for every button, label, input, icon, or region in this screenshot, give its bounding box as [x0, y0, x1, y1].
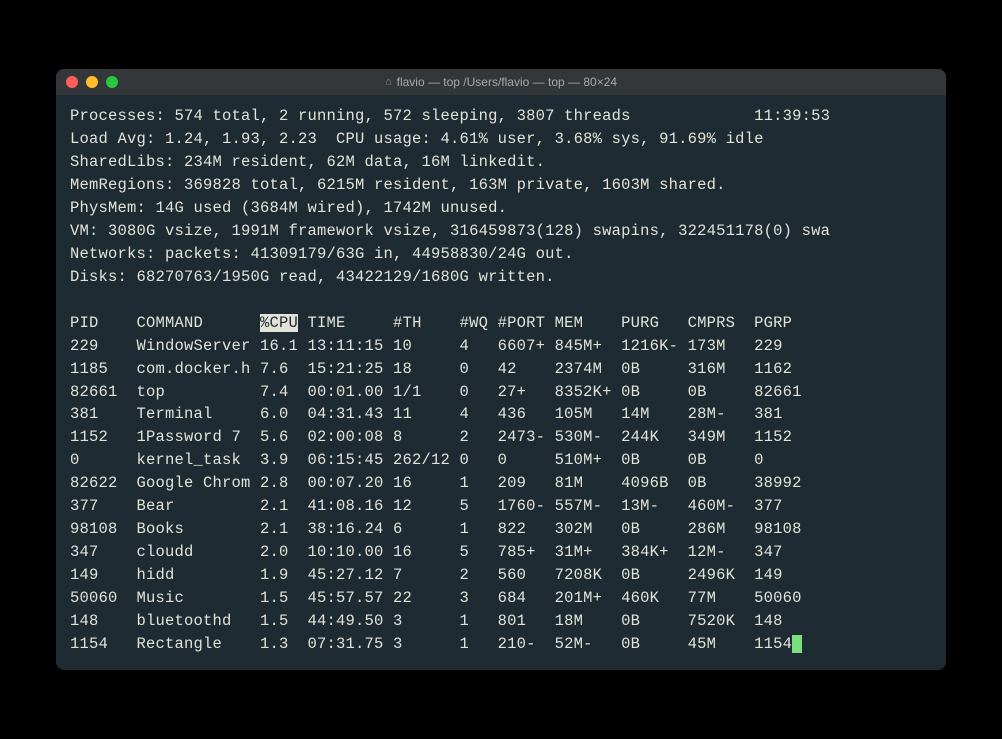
disks: Disks: 68270763/1950G read, 43422129/168… [70, 266, 932, 289]
table-row: 229 WindowServer 16.1 13:11:15 10 4 6607… [70, 335, 932, 358]
cursor [792, 635, 802, 653]
mem-regions: MemRegions: 369828 total, 6215M resident… [70, 174, 932, 197]
sort-column-cpu[interactable]: %CPU [260, 314, 298, 332]
table-row: 148 bluetoothd 1.5 44:49.50 3 1 801 18M … [70, 610, 932, 633]
table-row: 82661 top 7.4 00:01.00 1/1 0 27+ 8352K+ … [70, 381, 932, 404]
column-header: PID COMMAND %CPU TIME #TH #WQ #PORT MEM … [70, 312, 932, 335]
table-row: 82622 Google Chrom 2.8 00:07.20 16 1 209… [70, 472, 932, 495]
table-row: 377 Bear 2.1 41:08.16 12 5 1760- 557M- 1… [70, 495, 932, 518]
table-row: 1154 Rectangle 1.3 07:31.75 3 1 210- 52M… [70, 633, 932, 656]
shared-libs: SharedLibs: 234M resident, 62M data, 16M… [70, 151, 932, 174]
phys-mem: PhysMem: 14G used (3684M wired), 1742M u… [70, 197, 932, 220]
table-row: 0 kernel_task 3.9 06:15:45 262/12 0 0 51… [70, 449, 932, 472]
terminal-window: ⌂ flavio — top /Users/flavio — top — 80×… [56, 69, 946, 670]
home-icon: ⌂ [385, 76, 392, 88]
table-row: 1185 com.docker.h 7.6 15:21:25 18 0 42 2… [70, 358, 932, 381]
load-avg: Load Avg: 1.24, 1.93, 2.23 CPU usage: 4.… [70, 128, 932, 151]
window-title: ⌂ flavio — top /Users/flavio — top — 80×… [56, 75, 946, 89]
titlebar[interactable]: ⌂ flavio — top /Users/flavio — top — 80×… [56, 69, 946, 95]
table-row: 1152 1Password 7 5.6 02:00:08 8 2 2473- … [70, 426, 932, 449]
networks: Networks: packets: 41309179/63G in, 4495… [70, 243, 932, 266]
table-row: 98108 Books 2.1 38:16.24 6 1 822 302M 0B… [70, 518, 932, 541]
table-row: 50060 Music 1.5 45:57.57 22 3 684 201M+ … [70, 587, 932, 610]
process-summary: Processes: 574 total, 2 running, 572 sle… [70, 105, 932, 128]
blank-line [70, 289, 932, 312]
table-row: 347 cloudd 2.0 10:10.00 16 5 785+ 31M+ 3… [70, 541, 932, 564]
window-title-text: flavio — top /Users/flavio — top — 80×24 [397, 75, 617, 89]
table-row: 149 hidd 1.9 45:27.12 7 2 560 7208K 0B 2… [70, 564, 932, 587]
table-row: 381 Terminal 6.0 04:31.43 11 4 436 105M … [70, 403, 932, 426]
vm: VM: 3080G vsize, 1991M framework vsize, … [70, 220, 932, 243]
terminal-body[interactable]: Processes: 574 total, 2 running, 572 sle… [56, 95, 946, 670]
